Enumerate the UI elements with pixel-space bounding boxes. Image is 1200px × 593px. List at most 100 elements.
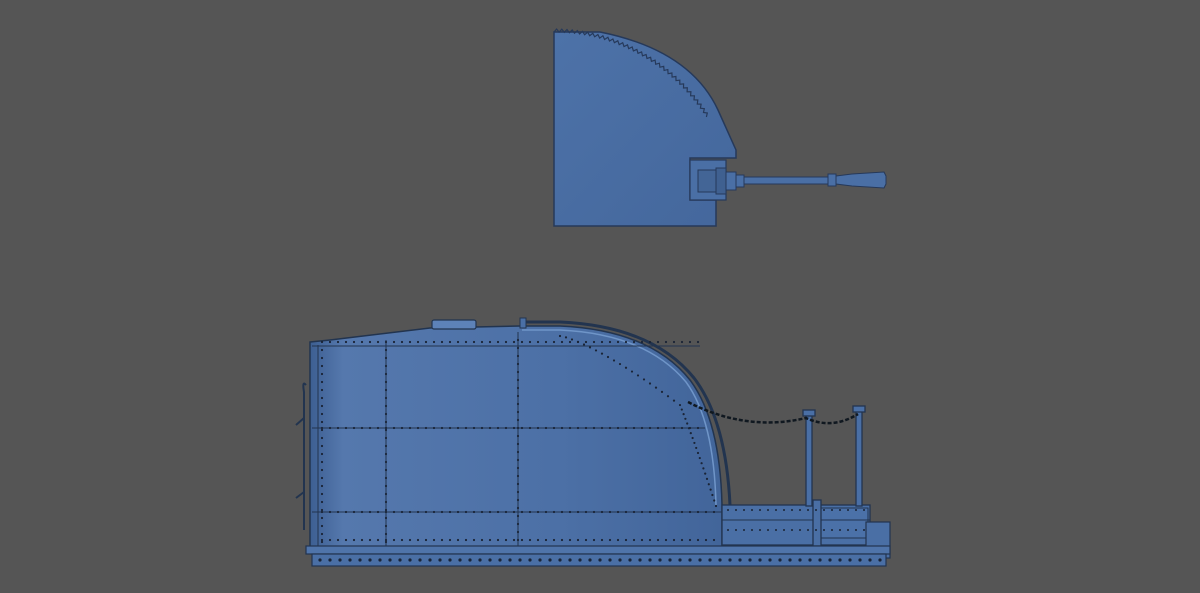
rivet <box>320 436 324 440</box>
rivet <box>408 538 412 542</box>
rivet <box>528 340 532 344</box>
rivet <box>544 510 548 514</box>
rivet <box>648 382 652 385</box>
rivet <box>682 413 685 416</box>
rivet <box>624 366 628 369</box>
rivet <box>432 538 436 542</box>
rivet <box>640 538 644 542</box>
rivet <box>684 417 687 420</box>
rivet <box>320 532 324 536</box>
rivet <box>360 510 364 514</box>
rivet <box>815 529 817 531</box>
rivet <box>711 493 714 497</box>
rivet <box>384 444 388 448</box>
rivet <box>516 410 520 414</box>
rivet <box>630 370 634 373</box>
rivet <box>847 509 849 511</box>
rivet <box>440 538 444 542</box>
rivet <box>823 529 825 531</box>
rivet <box>320 538 324 542</box>
rivet <box>858 558 862 562</box>
rivet <box>878 558 882 562</box>
rivet <box>360 340 364 344</box>
rivet <box>516 474 520 478</box>
rivet <box>778 558 782 562</box>
rivet <box>558 558 562 562</box>
rivet <box>376 340 380 344</box>
rivet <box>718 558 722 562</box>
rivet <box>705 477 709 481</box>
rivet <box>564 336 568 339</box>
rivet <box>516 522 520 526</box>
rivet <box>768 558 772 562</box>
rivet <box>608 510 612 514</box>
rivet <box>384 524 388 528</box>
rivet <box>560 510 564 514</box>
rivet <box>368 510 372 514</box>
rivet <box>328 340 332 344</box>
rivet <box>516 370 520 374</box>
rivet <box>384 510 388 514</box>
rivet <box>536 538 540 542</box>
rivet <box>320 340 324 344</box>
rivet <box>320 468 324 472</box>
rivet <box>680 340 684 344</box>
rivet <box>344 510 348 514</box>
rivet <box>516 530 520 534</box>
rivet <box>408 510 412 514</box>
rivet <box>320 460 324 464</box>
rivet <box>320 540 324 544</box>
rivet <box>759 529 761 531</box>
rivet <box>516 482 520 486</box>
rivet <box>320 452 324 456</box>
rivet <box>831 509 833 511</box>
rivet <box>552 340 556 344</box>
rivet <box>424 340 428 344</box>
rivet <box>344 538 348 542</box>
rivet <box>416 426 420 430</box>
rivet <box>568 538 572 542</box>
rivet <box>504 426 508 430</box>
rivet <box>496 426 500 430</box>
rivet <box>704 472 707 475</box>
rivet <box>318 558 322 562</box>
rivet <box>654 386 658 389</box>
rivet <box>688 558 692 562</box>
rivet <box>416 538 420 542</box>
rivet <box>320 444 324 448</box>
rivet <box>640 426 644 430</box>
rivet <box>751 509 753 511</box>
rivet <box>855 509 857 511</box>
rivet <box>516 386 520 390</box>
rivet <box>767 529 769 531</box>
rivet <box>328 558 332 562</box>
rivet <box>783 529 785 531</box>
rivet <box>578 558 582 562</box>
rivet <box>448 340 452 344</box>
rivet <box>680 510 684 514</box>
rivet <box>799 509 801 511</box>
rivet <box>368 558 372 562</box>
rivet <box>727 529 729 531</box>
rivet <box>528 510 532 514</box>
rivet <box>488 340 492 344</box>
rivet <box>704 538 708 542</box>
rivet <box>368 538 372 542</box>
rivet <box>544 426 548 430</box>
rivet <box>512 340 516 344</box>
rivet <box>418 558 422 562</box>
rivet <box>696 538 700 542</box>
rivet <box>360 426 364 430</box>
rivet <box>698 456 701 460</box>
rivet <box>576 426 580 430</box>
rivet <box>512 510 516 514</box>
rivet <box>839 509 841 511</box>
rivet <box>707 483 710 486</box>
rivet <box>636 374 640 377</box>
rivet <box>660 390 664 393</box>
base-skirt <box>305 545 891 567</box>
rivet <box>632 340 636 344</box>
rivet <box>472 538 476 542</box>
rivet <box>680 408 683 411</box>
rivet <box>516 466 520 470</box>
